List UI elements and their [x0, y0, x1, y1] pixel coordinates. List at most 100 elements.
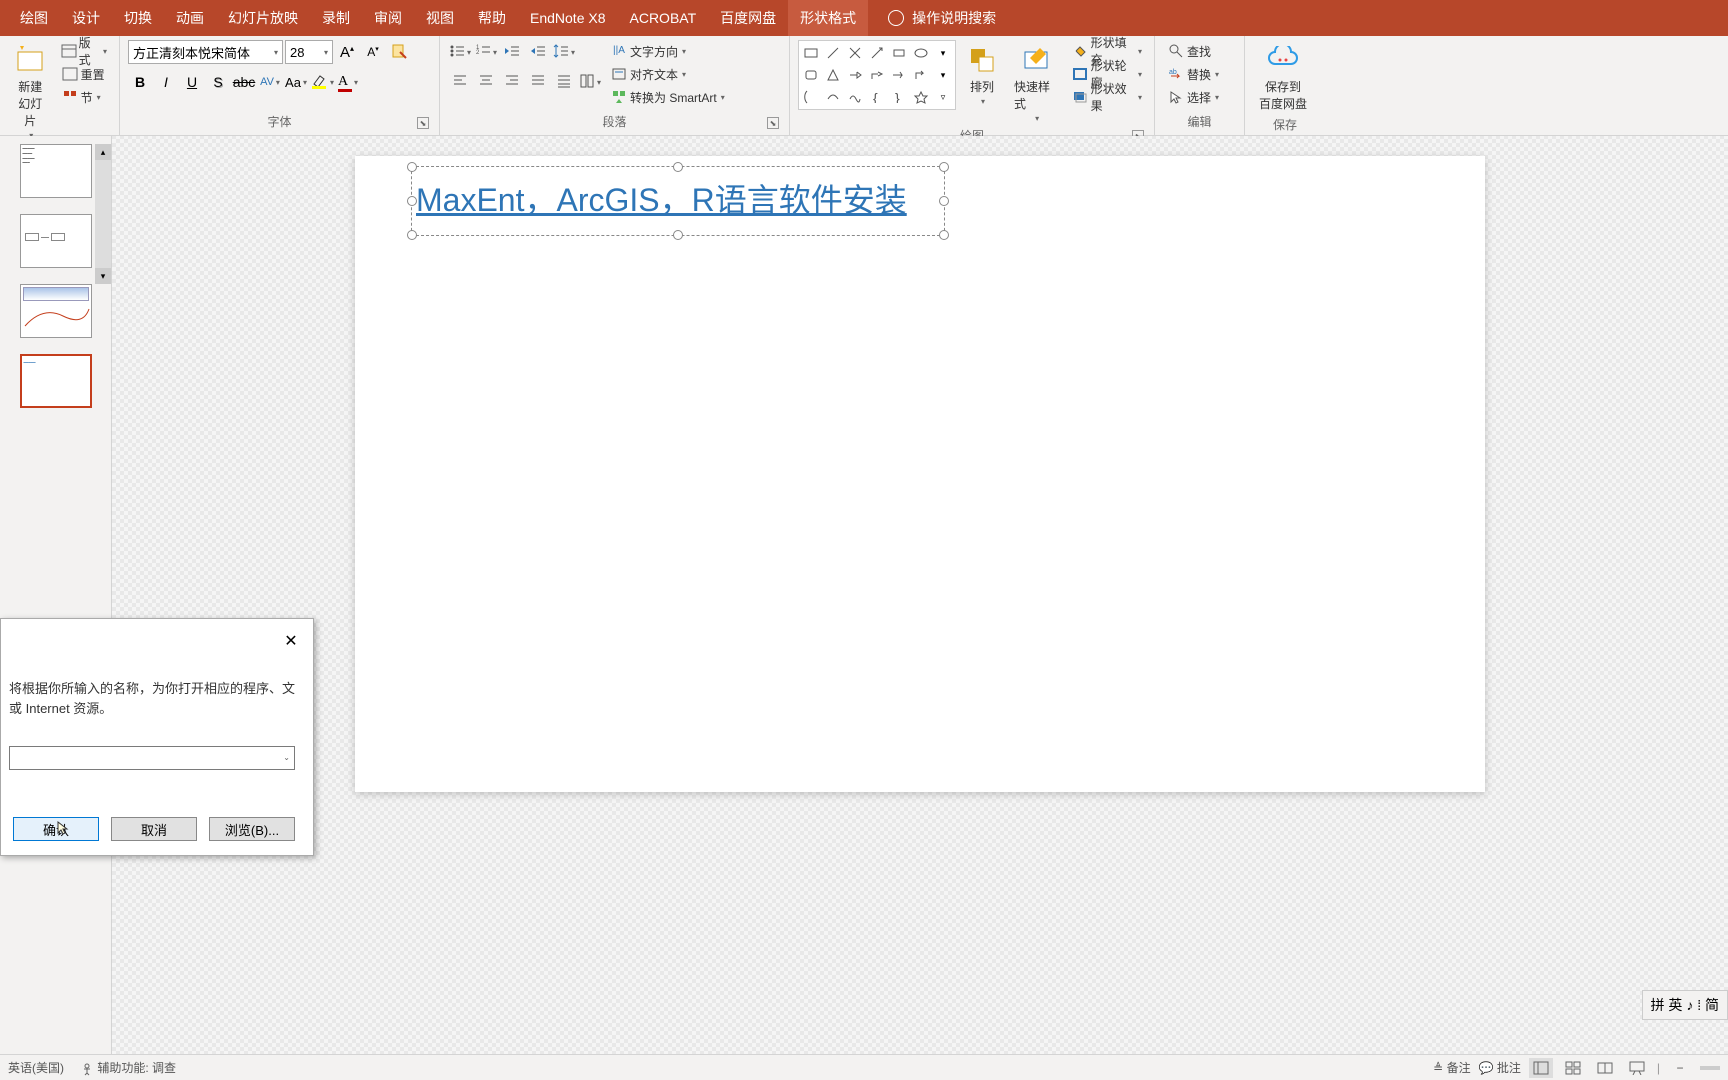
char-spacing-button[interactable]: AV▾ [258, 70, 282, 94]
italic-button[interactable]: I [154, 70, 178, 94]
title-text[interactable]: MaxEnt，ArcGIS，R语言软件安装 [412, 167, 944, 229]
slide-thumb-2[interactable] [20, 214, 92, 268]
shrink-font-icon: A▾ [367, 45, 379, 59]
shadow-button[interactable]: S [206, 70, 230, 94]
layout-button[interactable]: 版式▾ [57, 40, 111, 62]
status-language[interactable]: 英语(美国) [8, 1059, 64, 1076]
normal-view-button[interactable] [1529, 1058, 1553, 1078]
slide-thumb-1[interactable]: ━━━━━━━━━━━━━━━━━ [20, 144, 92, 198]
tab-review[interactable]: 审阅 [362, 0, 414, 36]
quick-styles-button[interactable]: 快速样式▾ [1008, 40, 1064, 127]
svg-text:||A: ||A [613, 45, 625, 56]
handle-mr[interactable] [939, 196, 949, 206]
handle-bm[interactable] [673, 230, 683, 240]
numbering-button[interactable]: 12▾ [474, 40, 498, 64]
slide-thumb-4[interactable]: ━━━━━ [20, 354, 92, 408]
slideshow-view-button[interactable] [1625, 1058, 1649, 1078]
status-accessibility[interactable]: 辅助功能: 调查 [80, 1059, 176, 1076]
reset-button[interactable]: 重置 [57, 63, 111, 85]
dialog-description: 将根据你所输入的名称，为你打开相应的程序、文 或 Internet 资源。 [9, 679, 301, 718]
tab-draw[interactable]: 绘图 [8, 0, 60, 36]
dialog-close-button[interactable]: ✕ [281, 631, 301, 651]
handle-bl[interactable] [407, 230, 417, 240]
align-text-button[interactable]: 对齐文本▾ [606, 63, 729, 85]
ok-button[interactable]: 确认 [13, 817, 99, 841]
bullets-button[interactable]: ▾ [448, 40, 472, 64]
tab-baidupan[interactable]: 百度网盘 [708, 0, 788, 36]
handle-tl[interactable] [407, 162, 417, 172]
title-textbox[interactable]: MaxEnt，ArcGIS，R语言软件安装 [411, 166, 945, 236]
tab-view[interactable]: 视图 [414, 0, 466, 36]
zoom-slider[interactable] [1700, 1066, 1720, 1070]
comments-button[interactable]: 💬 批注 [1479, 1059, 1521, 1076]
shape-effects-button[interactable]: 形状效果▾ [1068, 86, 1146, 108]
scroll-up-arrow[interactable]: ▴ [95, 144, 111, 160]
notes-button[interactable]: ≜ 备注 [1433, 1059, 1470, 1076]
svg-text:{: { [873, 91, 878, 103]
paragraph-dialog-launcher[interactable]: ⬊ [767, 117, 779, 129]
tab-slideshow[interactable]: 幻灯片放映 [216, 0, 310, 36]
align-right-button[interactable] [500, 70, 524, 94]
replace-button[interactable]: ab 替换▾ [1163, 63, 1223, 85]
reading-view-button[interactable] [1593, 1058, 1617, 1078]
increase-indent-button[interactable] [526, 40, 550, 64]
convert-smartart-button[interactable]: 转换为 SmartArt▾ [606, 86, 729, 108]
handle-tr[interactable] [939, 162, 949, 172]
font-size-select[interactable]: 28▾ [285, 40, 333, 64]
bold-button[interactable]: B [128, 70, 152, 94]
tab-record[interactable]: 录制 [310, 0, 362, 36]
change-case-button[interactable]: Aa▾ [284, 70, 308, 94]
zoom-out-button[interactable]: − [1668, 1058, 1692, 1078]
cancel-button[interactable]: 取消 [111, 817, 197, 841]
save-to-baidu-button[interactable]: 保存到 百度网盘 [1253, 40, 1313, 116]
strike-button[interactable]: abc [232, 70, 256, 94]
group-editing-label: 编辑 [1163, 111, 1236, 131]
tab-acrobat[interactable]: ACROBAT [618, 0, 709, 36]
tab-design[interactable]: 设计 [60, 0, 112, 36]
thumbnail-scrollbar[interactable]: ▴ ▾ [95, 144, 111, 284]
clear-format-button[interactable] [387, 40, 411, 64]
decrease-indent-icon [504, 43, 520, 62]
cursor-icon [56, 820, 72, 836]
columns-button[interactable]: ▾ [578, 70, 602, 94]
browse-button[interactable]: 浏览(B)... [209, 817, 295, 841]
scroll-down-arrow[interactable]: ▾ [95, 268, 111, 284]
ime-indicator[interactable]: 拼 英 ♪ ⁞ 简 [1642, 990, 1728, 1020]
slide-thumb-3[interactable] [20, 284, 92, 338]
find-button[interactable]: 查找 [1163, 40, 1215, 62]
tab-endnote[interactable]: EndNote X8 [518, 0, 618, 36]
font-dialog-launcher[interactable]: ⬊ [417, 117, 429, 129]
justify-button[interactable] [526, 70, 550, 94]
tab-help[interactable]: 帮助 [466, 0, 518, 36]
align-left-button[interactable] [448, 70, 472, 94]
shrink-font-button[interactable]: A▾ [361, 40, 385, 64]
slide-canvas-area[interactable]: MaxEnt，ArcGIS，R语言软件安装 [112, 136, 1728, 1054]
shapes-gallery[interactable]: ▾ ▾ { } ▿ [798, 40, 956, 110]
handle-br[interactable] [939, 230, 949, 240]
sorter-view-button[interactable] [1561, 1058, 1585, 1078]
new-slide-button[interactable]: 新建 幻灯片 ▾ [8, 40, 53, 144]
tell-me-search[interactable]: 操作说明搜索 [912, 8, 996, 28]
arrange-button[interactable]: 排列▾ [960, 40, 1004, 110]
svg-text:}: } [895, 91, 900, 103]
underline-button[interactable]: U [180, 70, 204, 94]
select-button[interactable]: 选择▾ [1163, 86, 1223, 108]
decrease-indent-button[interactable] [500, 40, 524, 64]
align-center-button[interactable] [474, 70, 498, 94]
distributed-button[interactable] [552, 70, 576, 94]
text-direction-button[interactable]: ||A 文字方向▾ [606, 40, 729, 62]
dropdown-arrow-icon[interactable]: ⌄ [283, 752, 290, 764]
section-button[interactable]: 节▾ [57, 86, 111, 108]
tab-animations[interactable]: 动画 [164, 0, 216, 36]
highlight-button[interactable]: ▾ [310, 70, 334, 94]
handle-ml[interactable] [407, 196, 417, 206]
line-spacing-button[interactable]: ▾ [552, 40, 576, 64]
grow-font-button[interactable]: A▴ [335, 40, 359, 64]
tab-shape-format[interactable]: 形状格式 [788, 0, 868, 36]
font-color-button[interactable]: A▾ [336, 70, 360, 94]
run-input[interactable]: ⌄ [9, 746, 295, 770]
columns-icon [579, 73, 595, 92]
tab-transitions[interactable]: 切换 [112, 0, 164, 36]
handle-tm[interactable] [673, 162, 683, 172]
font-name-select[interactable]: 方正清刻本悦宋简体▾ [128, 40, 283, 64]
